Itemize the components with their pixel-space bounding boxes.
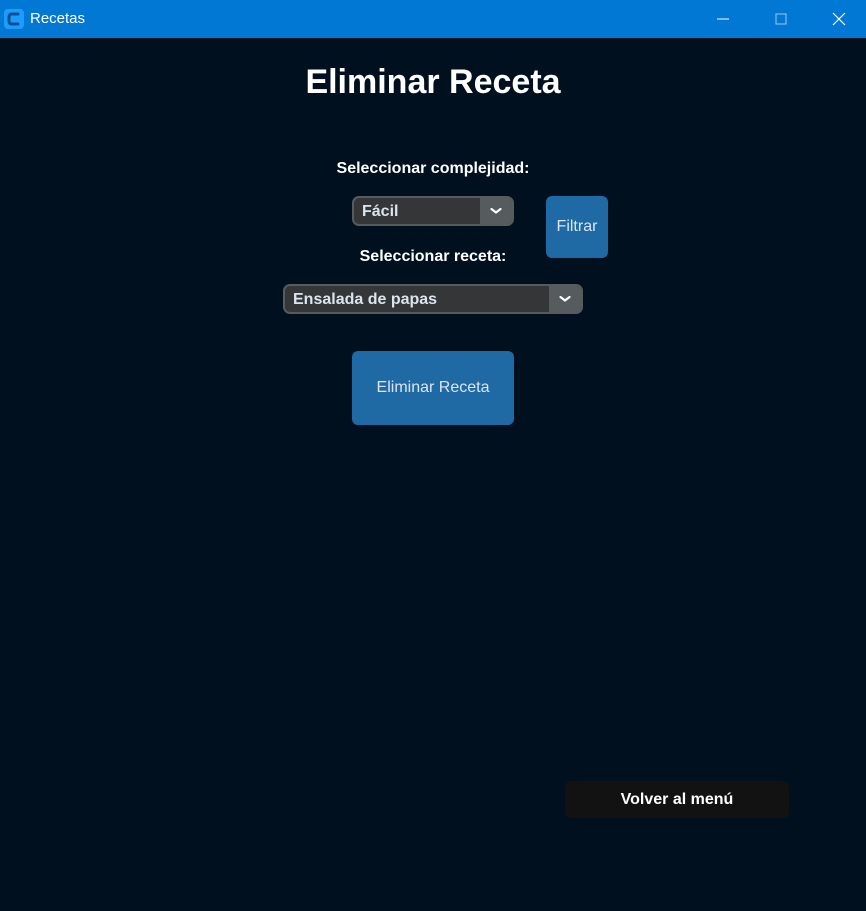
complexity-dropdown-arrow[interactable] xyxy=(480,198,512,224)
page-title: Eliminar Receta xyxy=(305,63,561,101)
chevron-down-icon xyxy=(559,295,571,302)
delete-recipe-button[interactable]: Eliminar Receta xyxy=(352,351,514,425)
recipe-dropdown[interactable]: Ensalada de papas xyxy=(283,284,583,314)
maximize-icon xyxy=(775,13,787,25)
window-title: Recetas xyxy=(30,10,86,27)
main-content: Eliminar Receta Seleccionar complejidad:… xyxy=(0,38,866,911)
back-to-menu-button[interactable]: Volver al menú xyxy=(565,781,789,818)
close-button[interactable] xyxy=(810,0,866,38)
complexity-dropdown[interactable]: Fácil xyxy=(352,196,514,226)
complexity-label: Seleccionar complejidad: xyxy=(336,160,530,177)
chevron-down-icon xyxy=(490,207,502,214)
recipe-selected-value: Ensalada de papas xyxy=(293,291,438,308)
minimize-button[interactable] xyxy=(694,0,752,38)
close-icon xyxy=(832,12,846,26)
maximize-button[interactable] xyxy=(752,0,810,38)
recipe-dropdown-arrow[interactable] xyxy=(549,286,581,312)
app-logo-icon xyxy=(4,9,24,29)
recipe-label: Seleccionar receta: xyxy=(359,248,507,265)
minimize-icon xyxy=(717,18,729,20)
window-titlebar: Recetas xyxy=(0,0,866,38)
complexity-selected-value: Fácil xyxy=(362,203,399,220)
